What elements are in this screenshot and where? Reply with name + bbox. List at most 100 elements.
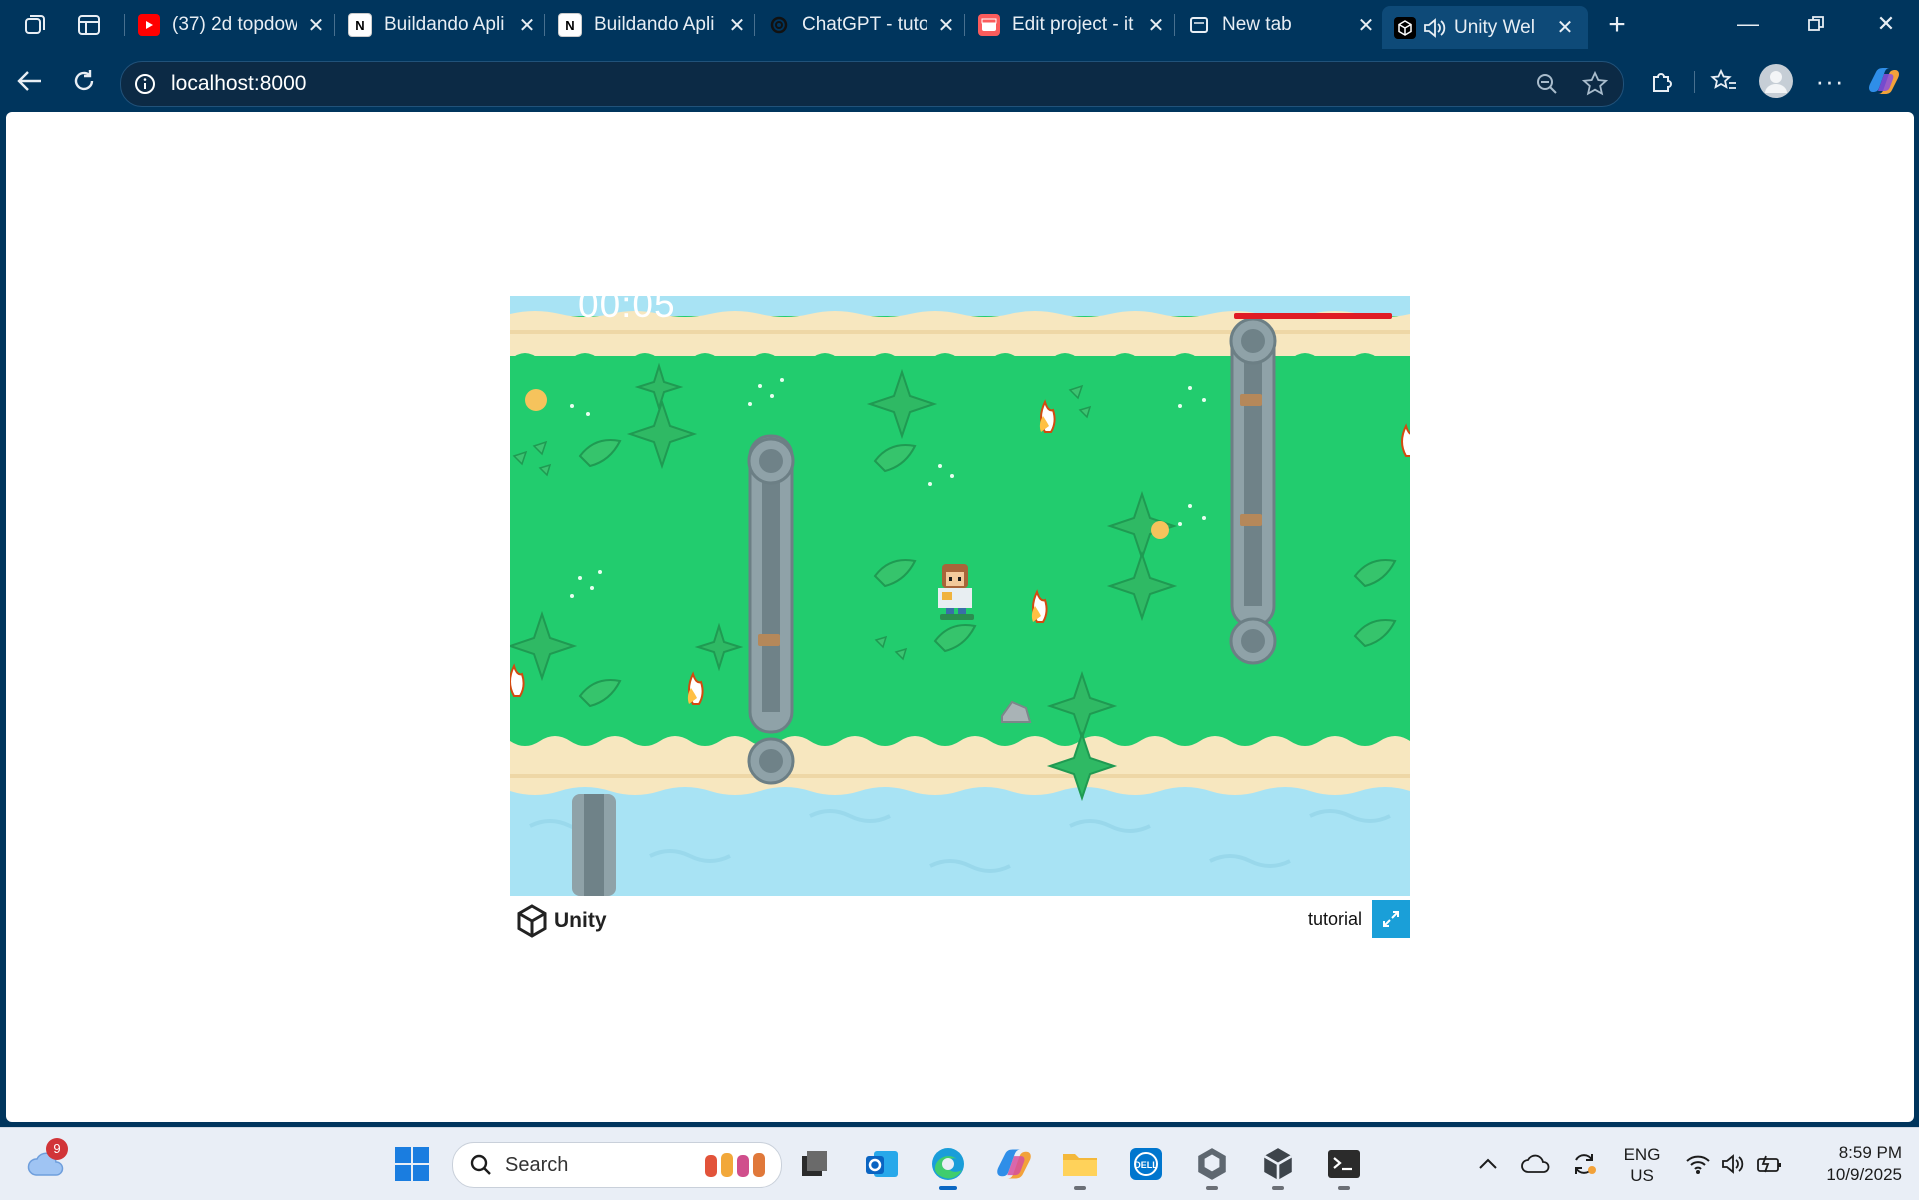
file-explorer-app[interactable] <box>1058 1142 1102 1190</box>
tab-itch[interactable]: Edit project - it ✕ <box>966 6 1166 44</box>
speaker-icon[interactable] <box>1422 17 1446 39</box>
tab-title: (37) 2d topdow <box>172 14 297 35</box>
chatgpt-icon <box>768 14 790 36</box>
new-tab-plus-icon[interactable]: + <box>1602 8 1632 41</box>
page-viewport: 00:05 Unity tutorial <box>6 112 1914 1122</box>
outlook-app[interactable] <box>860 1142 904 1186</box>
clock-date: 10/9/2025 <box>1826 1165 1902 1184</box>
clock-time: 8:59 PM <box>1838 1143 1902 1162</box>
edge-app[interactable] <box>926 1142 970 1190</box>
svg-text:DELL: DELL <box>1134 1160 1158 1170</box>
back-icon[interactable] <box>10 61 50 101</box>
tab-title: Edit project - it <box>1012 14 1134 35</box>
close-icon[interactable]: ✕ <box>1556 15 1574 40</box>
profile-avatar-icon[interactable] <box>1756 61 1796 101</box>
dell-icon: DELL <box>1130 1148 1162 1180</box>
fullscreen-button[interactable] <box>1372 900 1410 938</box>
minimize-icon[interactable]: — <box>1728 8 1768 40</box>
tab-strip: (37) 2d topdow ✕ N Buildando Apli ✕ N Bu… <box>0 0 1919 49</box>
unity-game-canvas[interactable] <box>510 296 1410 896</box>
start-button[interactable] <box>390 1142 434 1186</box>
tab-notion-1[interactable]: N Buildando Apli ✕ <box>336 6 536 44</box>
language-code: ENG <box>1623 1145 1661 1164</box>
clock[interactable]: 8:59 PM 10/9/2025 <box>1796 1142 1902 1186</box>
copilot-app[interactable] <box>992 1142 1036 1186</box>
unity-footer: Unity tutorial <box>510 896 1410 940</box>
address-bar[interactable]: localhost:8000 <box>120 61 1624 107</box>
unity-icon <box>1394 16 1416 39</box>
tab-title: Unity Wel <box>1454 16 1535 38</box>
terminal-app[interactable] <box>1322 1142 1366 1190</box>
sync-icon[interactable] <box>1562 1142 1606 1186</box>
dell-app[interactable]: DELL <box>1124 1142 1168 1186</box>
close-icon[interactable]: ✕ <box>728 13 746 38</box>
youtube-icon <box>138 14 160 36</box>
onedrive-icon[interactable] <box>1514 1142 1558 1186</box>
tab-title: Buildando Apli <box>594 14 715 35</box>
close-icon[interactable]: ✕ <box>937 13 955 38</box>
battery-icon[interactable] <box>1748 1142 1792 1186</box>
language-region: US <box>1630 1166 1654 1185</box>
search-placeholder: Search <box>505 1154 569 1176</box>
folder-icon <box>1063 1154 1097 1176</box>
restore-icon[interactable] <box>1796 8 1836 40</box>
itch-icon <box>978 14 1000 36</box>
notion-icon: N <box>348 13 372 37</box>
tab-notion-2[interactable]: N Buildando Apli ✕ <box>546 6 746 44</box>
tab-title: ChatGPT - tuto <box>802 14 927 35</box>
close-icon[interactable]: ✕ <box>1147 13 1165 38</box>
favorite-star-icon[interactable] <box>1581 70 1609 98</box>
close-icon[interactable]: ✕ <box>307 13 325 38</box>
task-view-icon <box>802 1151 827 1176</box>
url-text[interactable]: localhost:8000 <box>171 72 306 96</box>
tab-unity[interactable]: Unity Wel ✕ <box>1382 6 1588 49</box>
show-hidden-icons[interactable] <box>1466 1142 1510 1186</box>
unity-logo: Unity <box>516 904 607 938</box>
site-info-icon[interactable] <box>131 70 159 98</box>
weather-widget[interactable]: 9 <box>24 1138 68 1186</box>
newtab-icon <box>1188 14 1210 36</box>
fullscreen-icon <box>1383 911 1399 927</box>
refresh-icon[interactable] <box>64 61 104 101</box>
notion-icon: N <box>558 13 582 37</box>
zoom-out-icon[interactable] <box>1533 70 1561 98</box>
edge-icon <box>932 1148 964 1180</box>
close-icon[interactable]: ✕ <box>1357 13 1375 38</box>
game-scene <box>510 296 1410 896</box>
extensions-icon[interactable] <box>1642 61 1682 101</box>
address-bar-row: localhost:8000 ··· <box>0 49 1919 113</box>
unity-editor-icon <box>1263 1148 1293 1180</box>
unity-logo-text: Unity <box>554 909 607 932</box>
copilot-icon[interactable] <box>1864 61 1904 101</box>
player-character <box>938 564 974 620</box>
weather-badge: 9 <box>46 1138 68 1160</box>
vertical-tabs-icon[interactable] <box>74 10 104 40</box>
window-close-icon[interactable]: ✕ <box>1866 8 1906 40</box>
boss-health-bar <box>1234 313 1392 319</box>
game-timer: 00:05 <box>578 284 676 325</box>
tab-new-tab[interactable]: New tab ✕ <box>1176 6 1376 44</box>
windows-taskbar: 9 Search DELL ENG US 8:59 PM 10/9/2025 <box>0 1127 1919 1200</box>
close-icon[interactable]: ✕ <box>518 13 536 38</box>
tab-title: New tab <box>1222 14 1292 35</box>
unity-editor-app[interactable] <box>1256 1142 1300 1190</box>
search-highlight-icon <box>705 1153 765 1177</box>
more-menu-icon[interactable]: ··· <box>1810 61 1850 101</box>
workspaces-icon[interactable] <box>20 10 50 40</box>
unity-hub-icon <box>1198 1148 1226 1180</box>
copilot-taskbar-icon <box>997 1149 1031 1179</box>
tab-youtube[interactable]: (37) 2d topdow ✕ <box>126 6 326 44</box>
tab-title: Buildando Apli <box>384 14 505 35</box>
windows-logo-icon <box>395 1147 429 1181</box>
tab-chatgpt[interactable]: ChatGPT - tuto ✕ <box>756 6 956 44</box>
outlook-icon <box>866 1151 898 1177</box>
chevron-up-icon <box>1479 1158 1497 1169</box>
search-icon <box>470 1154 491 1175</box>
product-name: tutorial <box>1307 909 1362 929</box>
unity-hub-app[interactable] <box>1190 1142 1234 1190</box>
taskbar-search[interactable]: Search <box>452 1142 782 1188</box>
favorites-icon[interactable] <box>1704 61 1744 101</box>
task-view-button[interactable] <box>792 1142 836 1186</box>
language-indicator[interactable]: ENG US <box>1614 1144 1670 1186</box>
terminal-icon <box>1328 1150 1360 1178</box>
